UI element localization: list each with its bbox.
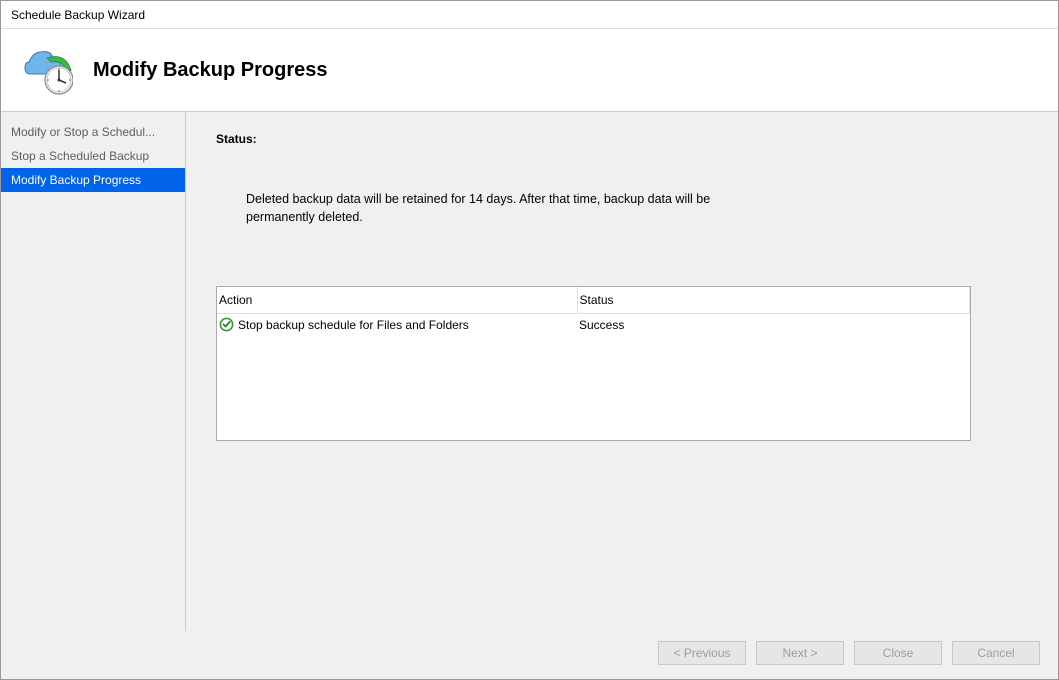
sidebar-item-modify-or-stop[interactable]: Modify or Stop a Schedul...	[1, 120, 185, 144]
next-button[interactable]: Next >	[756, 641, 844, 665]
previous-button[interactable]: < Previous	[658, 641, 746, 665]
page-title: Modify Backup Progress	[93, 59, 328, 82]
column-header-status[interactable]: Status	[577, 287, 970, 314]
column-header-action[interactable]: Action	[217, 287, 577, 314]
close-button[interactable]: Close	[854, 641, 942, 665]
wizard-steps-sidebar: Modify or Stop a Schedul... Stop a Sched…	[1, 112, 186, 631]
status-message: Deleted backup data will be retained for…	[246, 191, 726, 226]
wizard-footer: < Previous Next > Close Cancel	[1, 631, 1058, 679]
status-text: Success	[577, 314, 970, 336]
sidebar-item-modify-progress[interactable]: Modify Backup Progress	[1, 168, 185, 192]
status-label: Status:	[216, 132, 1028, 146]
backup-wizard-icon	[21, 44, 73, 96]
main-panel: Status: Deleted backup data will be reta…	[186, 112, 1058, 631]
sidebar-item-stop-scheduled[interactable]: Stop a Scheduled Backup	[1, 144, 185, 168]
window-title: Schedule Backup Wizard	[1, 1, 1058, 29]
wizard-header: Modify Backup Progress	[1, 29, 1058, 111]
action-text: Stop backup schedule for Files and Folde…	[238, 318, 469, 332]
results-table: Action Status	[216, 286, 971, 441]
success-check-icon	[219, 317, 234, 332]
table-row: Stop backup schedule for Files and Folde…	[217, 314, 970, 336]
cancel-button[interactable]: Cancel	[952, 641, 1040, 665]
